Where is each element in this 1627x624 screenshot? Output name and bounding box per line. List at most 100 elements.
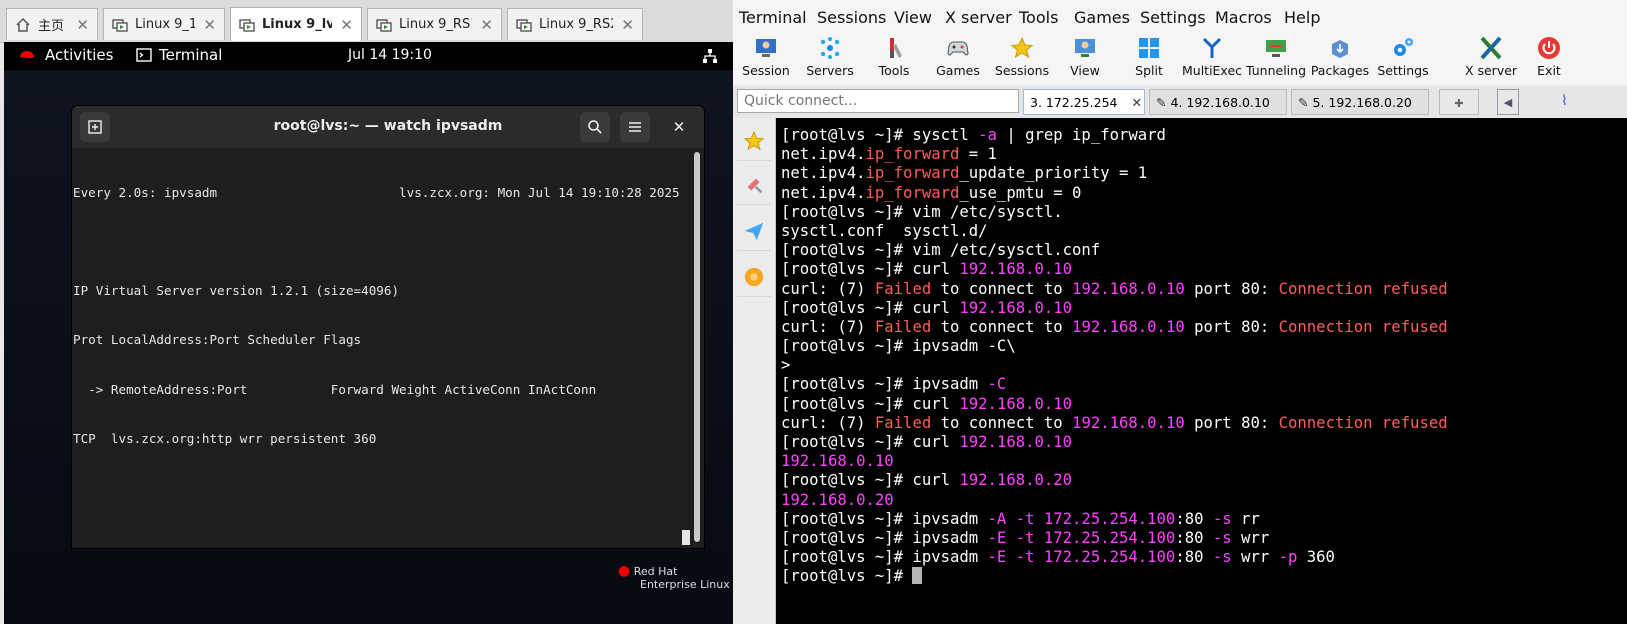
terminal-text: :80 — [1175, 509, 1213, 528]
menu-button[interactable] — [620, 112, 650, 142]
close-icon[interactable]: ✕ — [621, 16, 634, 34]
menu-help[interactable]: Help — [1284, 8, 1320, 27]
vm-icon — [376, 18, 392, 32]
tools-button[interactable]: Tools — [861, 34, 927, 84]
menu-bar: Terminal Sessions View X server Tools Ga… — [733, 0, 1627, 34]
tunneling-button[interactable]: Tunneling — [1243, 34, 1309, 84]
menu-terminal[interactable]: Terminal — [739, 8, 807, 27]
terminal-line: sysctl.conf sysctl.d/ — [776, 222, 1627, 241]
session-tab-5[interactable]: ✎ 5. 192.168.0.20 — [1291, 89, 1429, 115]
new-tab-button[interactable]: ✚ — [1439, 89, 1479, 115]
close-icon: ✕ — [672, 118, 686, 136]
vm-tab-linux9-rs1[interactable]: Linux 9_RS1 ✕ — [367, 8, 502, 40]
close-icon[interactable]: ✕ — [203, 16, 216, 34]
terminal-app-menu[interactable]: Terminal — [136, 46, 222, 64]
terminal-text: _update_priority = 1 — [959, 164, 1148, 183]
session-tab-4[interactable]: ✎ 4. 192.168.0.10 — [1149, 89, 1287, 115]
tools-icon — [890, 38, 902, 58]
send-icon — [744, 222, 764, 241]
search-icon — [588, 120, 602, 134]
vm-tab-label: Linux 9_RS2 — [539, 17, 614, 32]
terminal-text: Connection refused — [1278, 413, 1448, 432]
hamburger-icon — [629, 122, 641, 132]
menu-settings[interactable]: Settings — [1140, 8, 1206, 27]
terminal-text: [root@lvs ~]# — [781, 567, 913, 586]
games-button[interactable]: Games — [925, 34, 991, 84]
close-icon[interactable]: ✕ — [480, 16, 493, 34]
toolbar-label: X server — [1464, 63, 1518, 78]
session-tab-label: 5. 192.168.0.20 — [1312, 95, 1412, 110]
sidebar-sessions-button[interactable] — [737, 122, 771, 161]
servers-button[interactable]: Servers — [797, 34, 863, 84]
terminal-text: ip_forward — [865, 183, 960, 202]
terminal-line: IP Virtual Server version 1.2.1 (size=40… — [73, 283, 400, 299]
exit-button[interactable]: Exit — [1526, 34, 1572, 84]
vm-tab-linux9-rs2[interactable]: Linux 9_RS2 ✕ — [507, 8, 643, 40]
close-icon[interactable]: ✕ — [340, 16, 353, 34]
view-icon — [1075, 39, 1095, 57]
terminal-text: port 80: — [1184, 279, 1279, 298]
view-button[interactable]: View — [1052, 34, 1118, 84]
toolbar-label: Servers — [806, 63, 854, 78]
menu-sessions[interactable]: Sessions — [817, 8, 886, 27]
gnome-terminal-window[interactable]: root@lvs:~ — watch ipvsadm ✕ Every 2.0s:… — [72, 106, 704, 548]
terminal-scrollbar[interactable] — [694, 152, 700, 542]
vm-tab-linux9-lvs[interactable]: Linux 9_lvs ✕ — [230, 7, 362, 41]
menu-view[interactable]: View — [894, 8, 932, 27]
terminal-line: 192.168.0.10 — [776, 452, 1627, 471]
terminal-line: Every 2.0s: ipvsadm lvs.zcx.org: Mon Jul… — [73, 184, 680, 200]
menu-games[interactable]: Games — [1074, 8, 1130, 27]
ssh-terminal[interactable]: [root@lvs ~]# sysctl -a | grep ip_forwar… — [776, 118, 1627, 624]
terminal-text: curl: (7) — [781, 317, 875, 336]
sessions-button[interactable]: Sessions — [989, 34, 1055, 84]
toolbar-label: Packages — [1310, 63, 1370, 78]
mobaxterm-window: Terminal Sessions View X server Tools Ga… — [733, 0, 1627, 624]
search-button[interactable] — [580, 112, 610, 142]
vm-tab-home[interactable]: 主页 ✕ — [6, 8, 98, 40]
terminal-text: to connect to — [931, 317, 1073, 336]
toolbar-label: MultiExec — [1181, 63, 1243, 78]
left-sidebar — [733, 118, 776, 624]
multiexec-button[interactable]: MultiExec — [1179, 34, 1245, 84]
sidebar-send-button[interactable] — [737, 212, 771, 251]
terminal-text: sysctl.conf sysctl.d/ — [781, 221, 988, 240]
sidebar-tools-button[interactable] — [737, 166, 771, 205]
terminal-header-bar[interactable]: root@lvs:~ — watch ipvsadm ✕ — [72, 106, 704, 148]
clock[interactable]: Jul 14 19:10 — [348, 47, 432, 63]
plus-icon: ✚ — [1454, 97, 1464, 110]
activities-button[interactable]: Activities — [18, 46, 113, 64]
vm-tab-linux9-1[interactable]: Linux 9_1 ✕ — [103, 8, 225, 40]
terminal-text: -E -t 172.25.254.100 — [987, 528, 1176, 547]
sidebar-macros-button[interactable] — [737, 258, 771, 297]
terminal-cursor — [682, 530, 690, 545]
settings-button[interactable]: Settings — [1370, 34, 1436, 84]
split-button[interactable]: Split — [1116, 34, 1182, 84]
logo-line1: Red Hat — [633, 565, 678, 578]
terminal-text: 192.168.0.10 — [1072, 279, 1185, 298]
terminal-text: net.ipv4. — [781, 145, 866, 164]
menu-x-server[interactable]: X server — [945, 8, 1012, 27]
packages-button[interactable]: Packages — [1307, 34, 1373, 84]
terminal-line: [root@lvs ~]# ipvsadm -E -t 172.25.254.1… — [776, 529, 1627, 548]
quick-connect-input[interactable] — [737, 89, 1019, 113]
network-icon[interactable] — [702, 48, 718, 64]
close-button[interactable]: ✕ — [664, 112, 694, 142]
terminal-text: ip_forward — [865, 145, 960, 164]
terminal-text: net.ipv4. — [781, 164, 866, 183]
gnome-desktop: ● Red Hat Enterprise Linux root@lvs:~ — … — [4, 70, 733, 624]
menu-macros[interactable]: Macros — [1215, 8, 1272, 27]
terminal-text: 192.168.0.20 — [781, 490, 894, 509]
terminal-output[interactable]: Every 2.0s: ipvsadm lvs.zcx.org: Mon Jul… — [73, 152, 691, 544]
star-icon — [1010, 36, 1034, 59]
tab-scroll-left-button[interactable]: ◀ — [1497, 89, 1519, 115]
close-icon[interactable]: ✕ — [76, 16, 89, 34]
terminal-text: [root@lvs ~]# curl — [781, 260, 960, 279]
close-icon[interactable]: ✕ — [1131, 95, 1141, 110]
session-button[interactable]: Session — [733, 34, 799, 84]
attach-button[interactable]: ⌇ — [1559, 89, 1585, 115]
terminal-text: -C — [987, 375, 1007, 394]
x-server-button[interactable]: X server — [1458, 34, 1524, 84]
session-tab-3[interactable]: 3. 172.25.254 ✕ — [1023, 89, 1145, 115]
terminal-text: -A -t 172.25.254.100 — [987, 509, 1176, 528]
menu-tools[interactable]: Tools — [1019, 8, 1058, 27]
